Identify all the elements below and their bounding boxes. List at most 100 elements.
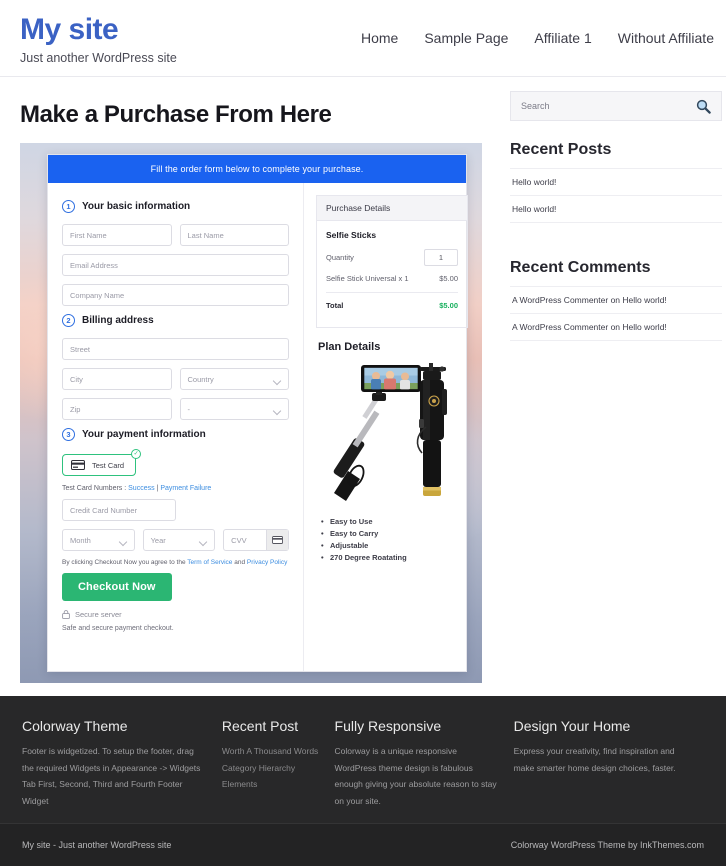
list-item[interactable]: A WordPress Commenter on Hello world!: [510, 286, 722, 313]
secure-server-label: Secure server: [75, 610, 122, 619]
zip-state-row: Zip -: [62, 398, 289, 420]
footer-column-recent-post: Recent Post Worth A Thousand Words Categ…: [222, 718, 335, 809]
plan-features-list: Easy to Use Easy to Carry Adjustable 270…: [321, 517, 468, 562]
list-item[interactable]: Worth A Thousand Words: [222, 743, 321, 760]
purchase-summary-column: Purchase Details Selfie Sticks Quantity …: [303, 183, 480, 671]
page-title: Make a Purchase From Here: [20, 101, 332, 128]
cvv-card-icon: [266, 530, 289, 550]
company-input[interactable]: Company Name: [62, 284, 289, 306]
quantity-input[interactable]: 1: [424, 249, 458, 266]
footer-column-colorway-theme: Colorway Theme Footer is widgetized. To …: [22, 718, 222, 809]
nav-item-sample-page[interactable]: Sample Page: [424, 30, 508, 46]
line-item-price: $5.00: [439, 274, 458, 283]
privacy-policy-link[interactable]: Privacy Policy: [247, 559, 287, 566]
zip-input[interactable]: Zip: [62, 398, 172, 420]
list-item[interactable]: A WordPress Commenter on Hello world!: [510, 313, 722, 341]
list-item[interactable]: Elements: [222, 776, 321, 793]
last-name-input[interactable]: Last Name: [179, 224, 289, 246]
plan-feature-item: Easy to Carry: [321, 529, 468, 538]
line-item-label: Selfie Stick Universal x 1: [326, 274, 409, 283]
expiry-year-select[interactable]: Year: [142, 529, 216, 551]
step-2-label: Billing address: [82, 315, 154, 326]
name-row: First Name Last Name: [62, 224, 289, 246]
first-name-input[interactable]: First Name: [62, 224, 172, 246]
footer-column-text: Colorway is a unique responsive WordPres…: [334, 746, 497, 806]
state-select[interactable]: -: [179, 398, 289, 420]
list-item[interactable]: Category Hierarchy: [222, 760, 321, 777]
footer-column-title: Fully Responsive: [334, 718, 442, 734]
safe-checkout-note: Safe and secure payment checkout.: [62, 625, 174, 632]
checkout-now-button[interactable]: Checkout Now: [62, 573, 172, 601]
footer-column-title: Colorway Theme: [22, 718, 128, 734]
test-numbers-success-link[interactable]: Success: [128, 485, 154, 492]
test-numbers-prefix: Test Card Numbers :: [62, 485, 129, 492]
test-numbers-failure-link[interactable]: Payment Failure: [160, 485, 211, 492]
agree-and: and: [232, 559, 247, 566]
company-row: Company Name: [62, 284, 289, 306]
cvv-wrap: CVV: [223, 529, 290, 551]
search-widget[interactable]: Search: [510, 91, 722, 121]
credit-card-icon: [71, 460, 85, 470]
country-select[interactable]: Country: [179, 368, 289, 390]
plan-feature-item: Adjustable: [321, 541, 468, 550]
list-item[interactable]: Hello world!: [510, 195, 722, 223]
credit-card-number-input[interactable]: Credit Card Number: [62, 499, 176, 521]
total-label: Total: [326, 301, 344, 310]
list-item[interactable]: Hello world!: [510, 168, 722, 195]
step-3-heading: 3 Your payment information: [62, 428, 289, 441]
terms-of-service-link[interactable]: Term of Service: [187, 559, 232, 566]
site-title[interactable]: My site: [20, 14, 177, 46]
recent-comments-title: Recent Comments: [510, 259, 651, 276]
purchase-details-body: Selfie Sticks Quantity 1 Selfie Stick Un…: [317, 221, 467, 327]
order-body: 1 Your basic information First Name Last…: [48, 183, 468, 671]
footer-column-title: Recent Post: [221, 718, 299, 734]
street-input[interactable]: Street: [62, 338, 289, 360]
terms-agreement-text: By clicking Checkout Now you agree to th…: [62, 559, 289, 566]
email-input[interactable]: Email Address: [62, 254, 289, 276]
line-item-row: Selfie Stick Universal x 1 $5.00: [326, 274, 458, 283]
page-wrap: Make a Purchase From Here Fill the order…: [0, 77, 726, 683]
expiry-month-select[interactable]: Month: [62, 529, 135, 551]
total-price: $5.00: [439, 301, 458, 310]
test-card-numbers-line: Test Card Numbers : Success | Payment Fa…: [62, 485, 289, 492]
purchase-details-box: Purchase Details Selfie Sticks Quantity …: [316, 195, 468, 328]
site-header: My site Just another WordPress site Home…: [0, 0, 726, 77]
test-card-option[interactable]: Test Card: [62, 454, 137, 476]
nav-item-home[interactable]: Home: [361, 30, 398, 46]
street-row: Street: [62, 338, 289, 360]
footer-credit-left: My site - Just another WordPress site: [22, 840, 172, 851]
test-card-option-wrap: Test Card ✓: [62, 449, 142, 476]
footer-column-design-your-home: Design Your Home Express your creativity…: [514, 718, 704, 809]
nav-item-affiliate-1[interactable]: Affiliate 1: [534, 30, 591, 46]
plan-details-title: Plan Details: [318, 341, 381, 353]
site-tagline: Just another WordPress site: [20, 50, 177, 65]
city-country-row: City Country: [62, 368, 289, 390]
search-input[interactable]: Search: [521, 101, 550, 111]
footer-credit-right[interactable]: Colorway WordPress Theme by InkThemes.co…: [511, 840, 704, 850]
recent-posts-title: Recent Posts: [510, 141, 612, 158]
site-footer: Colorway Theme Footer is widgetized. To …: [0, 696, 726, 824]
widget-spacer: [510, 223, 722, 249]
order-form-card: Fill the order form below to complete yo…: [47, 154, 468, 672]
quantity-row: Quantity 1: [326, 249, 458, 266]
footer-column-text: Footer is widgetized. To setup the foote…: [22, 746, 201, 806]
step-3-label: Your payment information: [82, 429, 206, 440]
main-content: Make a Purchase From Here Fill the order…: [20, 77, 490, 683]
search-icon[interactable]: [696, 99, 711, 114]
purchase-hero-background: Fill the order form below to complete yo…: [20, 143, 482, 683]
footer-recent-post-list: Worth A Thousand Words Category Hierarch…: [222, 743, 321, 793]
recent-comments-list: A WordPress Commenter on Hello world! A …: [510, 286, 722, 341]
quantity-label: Quantity: [326, 253, 354, 262]
secure-server-row: Secure server: [62, 610, 289, 619]
site-branding: My site Just another WordPress site: [20, 8, 177, 65]
recent-posts-list: Hello world! Hello world!: [510, 168, 722, 223]
purchase-details-heading: Purchase Details: [317, 196, 467, 221]
order-form-column: 1 Your basic information First Name Last…: [48, 183, 303, 671]
step-3-number: 3: [62, 428, 75, 441]
footer-bottom-bar: My site - Just another WordPress site Co…: [0, 823, 726, 866]
summary-divider: [326, 292, 458, 293]
nav-item-without-affiliate[interactable]: Without Affiliate: [618, 30, 714, 46]
lock-icon: [62, 610, 70, 619]
plan-feature-item: Easy to Use: [321, 517, 468, 526]
city-input[interactable]: City: [62, 368, 172, 390]
